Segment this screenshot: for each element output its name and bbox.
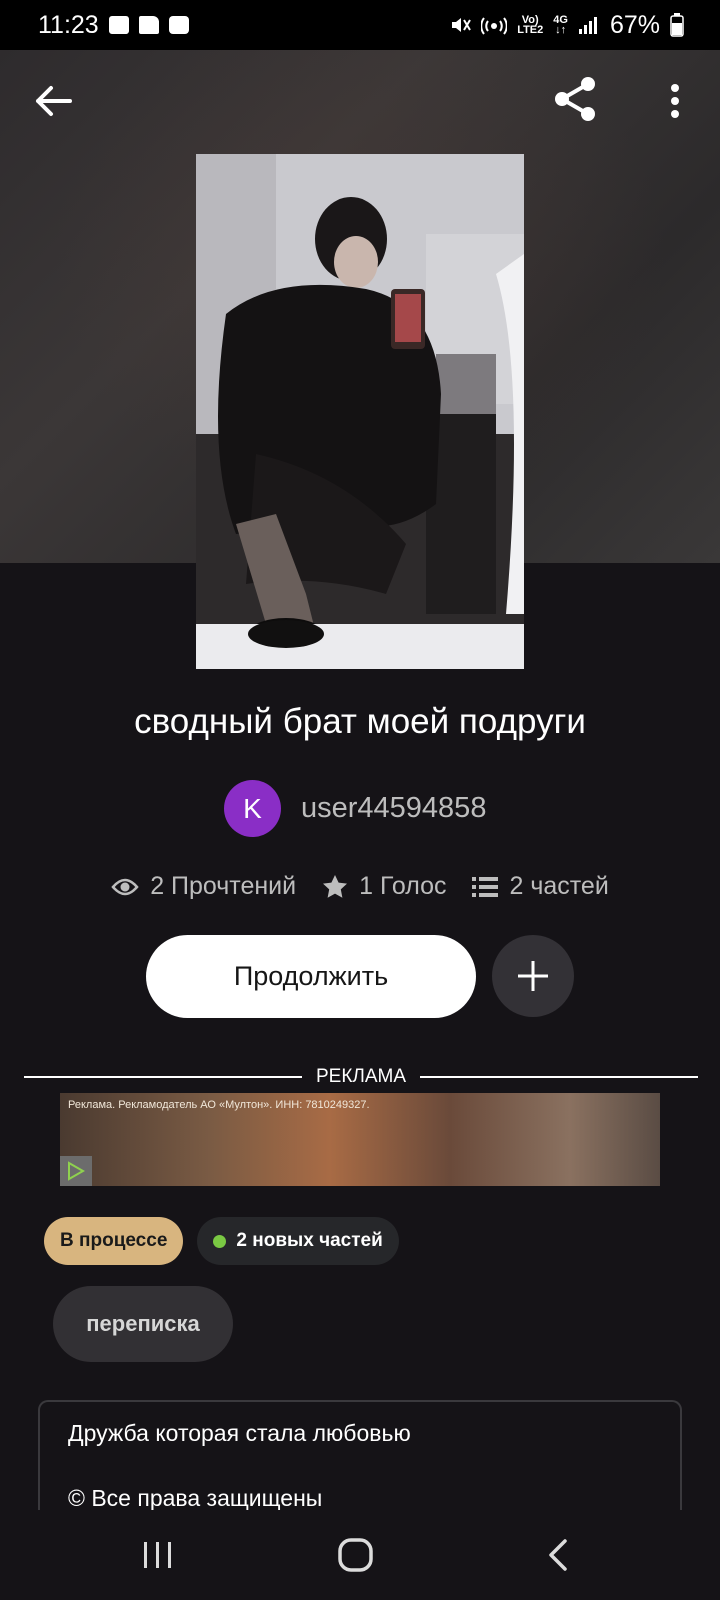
star-icon	[323, 874, 348, 898]
system-navigation-bar	[0, 1510, 720, 1600]
new-parts-badge: 2 новых частей	[197, 1217, 399, 1265]
volte-bottom: LTE2	[517, 24, 544, 36]
story-description: Дружба которая стала любовью © Все права…	[38, 1400, 682, 1510]
top-app-bar	[0, 60, 720, 140]
list-icon	[472, 876, 499, 897]
status-bar-left: 11:23	[38, 11, 189, 40]
story-cover-image[interactable]	[196, 154, 524, 669]
cover-photo-illustration	[196, 154, 524, 669]
network-type-indicator: 4G ↓↑	[553, 15, 568, 36]
author-avatar[interactable]: K	[224, 780, 281, 837]
votes-stat: 1 Голос	[322, 872, 446, 901]
ad-label: РЕКЛАМА	[315, 1066, 407, 1087]
folder-notification-icon	[138, 16, 159, 34]
ad-divider-line-right	[420, 1076, 698, 1078]
share-icon[interactable]	[550, 74, 600, 124]
author-name[interactable]: user44594858	[301, 792, 486, 825]
ad-divider: РЕКЛАМА	[24, 1064, 698, 1090]
story-badges: В процессе 2 новых частей	[44, 1217, 399, 1265]
new-indicator-dot	[213, 1234, 227, 1248]
plus-icon	[518, 961, 548, 991]
home-icon[interactable]	[338, 1538, 374, 1572]
hotspot-icon	[481, 17, 508, 35]
network-arrows: ↓↑	[555, 24, 567, 36]
author-row[interactable]: K user44594858	[224, 780, 486, 837]
ad-play-badge[interactable]	[60, 1156, 92, 1186]
battery-percent: 67%	[609, 10, 660, 39]
status-badge: В процессе	[44, 1217, 184, 1265]
reads-stat: 2 Прочтений	[111, 872, 296, 901]
new-parts-label: 2 новых частей	[236, 1230, 383, 1251]
back-arrow-icon[interactable]	[30, 78, 76, 124]
system-back-icon[interactable]	[546, 1538, 570, 1572]
status-time: 11:23	[38, 10, 99, 39]
add-to-library-button[interactable]	[492, 935, 574, 1017]
status-bar: 11:23 Vo) LTE2 4G ↓↑ 67%	[0, 0, 720, 50]
play-icon	[68, 1161, 85, 1181]
eye-icon	[111, 878, 139, 895]
more-vertical-icon[interactable]	[660, 78, 690, 124]
status-bar-right: Vo) LTE2 4G ↓↑ 67%	[449, 11, 684, 40]
ad-disclaimer: Реклама. Рекламодатель АО «Мултон». ИНН:…	[68, 1099, 370, 1111]
story-stats: 2 Прочтений 1 Голос 2 частей	[0, 872, 720, 901]
volte-indicator: Vo) LTE2	[517, 15, 544, 36]
gallery-notification-icon	[108, 16, 129, 34]
continue-reading-button[interactable]: Продолжить	[146, 935, 476, 1018]
parts-count: 2 частей	[509, 872, 609, 900]
copyright-line: © Все права защищены	[68, 1485, 323, 1510]
tag-chip[interactable]: переписка	[53, 1286, 233, 1362]
recent-apps-icon[interactable]	[142, 1540, 174, 1570]
description-line: Дружба которая стала любовью	[68, 1420, 411, 1446]
ad-divider-line-left	[24, 1076, 302, 1078]
ad-banner[interactable]: Реклама. Рекламодатель АО «Мултон». ИНН:…	[60, 1093, 660, 1186]
clock-notification-icon	[168, 16, 189, 34]
mute-icon	[452, 18, 472, 32]
parts-stat: 2 частей	[472, 872, 609, 901]
votes-count: 1 Голос	[359, 872, 447, 900]
signal-icon	[578, 17, 597, 34]
reads-count: 2 Прочтений	[150, 872, 297, 900]
battery-icon	[670, 13, 684, 37]
story-title: сводный брат моей подруги	[134, 702, 586, 741]
